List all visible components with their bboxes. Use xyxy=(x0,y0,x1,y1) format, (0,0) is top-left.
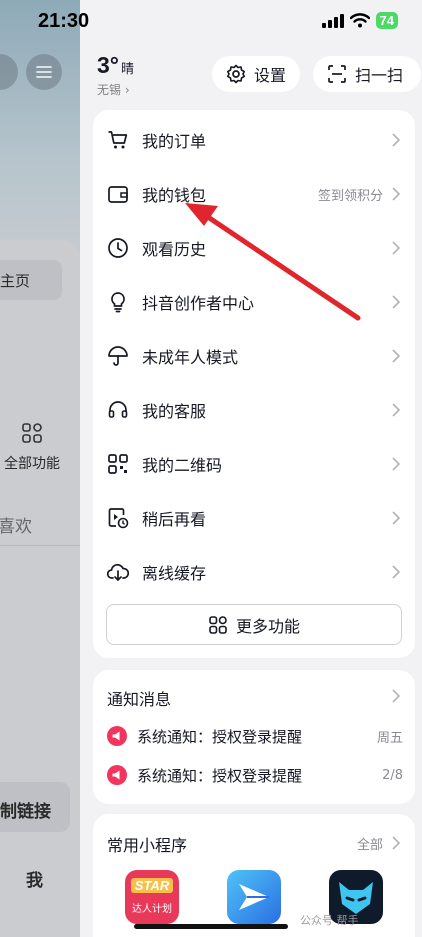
notifications-title: 通知消息 xyxy=(107,690,172,709)
left-panel-header-bg xyxy=(0,0,80,260)
chevron-right-icon xyxy=(392,403,401,417)
star-plan-logo-sub: 达人计划 xyxy=(132,904,172,915)
battery-indicator: 74 xyxy=(375,12,398,29)
paper-plane-icon xyxy=(239,884,269,910)
watch-later-icon xyxy=(107,507,129,529)
wallet-icon xyxy=(107,183,129,205)
mini-programs-title: 常用小程序 xyxy=(107,836,188,855)
clock-icon xyxy=(107,237,129,259)
menu-card: 我的订单 我的钱包 签到领积分 观看历史 抖音创作者中心 未成年人模式 我的客服… xyxy=(93,110,415,658)
menu-item-label: 我的钱包 xyxy=(142,186,207,205)
download-cloud-icon xyxy=(107,561,129,583)
notifications-card[interactable]: 通知消息 系统通知：授权登录提醒 周五 系统通知：授权登录提醒 2/8 xyxy=(93,670,415,804)
chevron-right-icon xyxy=(392,349,401,363)
menu-item-minor-mode[interactable]: 未成年人模式 xyxy=(93,329,415,383)
status-time: 21:30 xyxy=(38,10,90,32)
hamburger-icon xyxy=(36,66,52,78)
weather-city: 无锡 › xyxy=(97,83,130,97)
menu-item-history[interactable]: 观看历史 xyxy=(93,221,415,275)
signal-icon xyxy=(321,13,344,28)
settings-label: 设置 xyxy=(254,66,287,85)
notification-date: 2/8 xyxy=(382,767,403,783)
menu-item-label: 未成年人模式 xyxy=(142,348,239,367)
star-plan-app-icon[interactable]: STAR 达人计划 xyxy=(125,870,179,924)
weather-temp: 3° xyxy=(97,52,119,78)
grid-icon xyxy=(22,423,42,443)
star-plan-logo-text: STAR xyxy=(131,878,173,893)
scan-button[interactable]: 扫一扫 xyxy=(313,56,421,92)
more-functions-button[interactable]: 更多功能 xyxy=(106,604,402,645)
menu-item-label: 观看历史 xyxy=(142,240,207,259)
menu-item-label: 离线缓存 xyxy=(142,564,207,583)
menu-item-offline-cache[interactable]: 离线缓存 xyxy=(93,545,415,599)
menu-item-label: 我的二维码 xyxy=(142,456,223,475)
left-panel: 主页 全部功能 喜欢 制链接 我 xyxy=(0,0,80,937)
menu-item-customer-service[interactable]: 我的客服 xyxy=(93,383,415,437)
chevron-right-icon xyxy=(392,836,401,850)
chevron-right-icon xyxy=(392,511,401,525)
chevron-right-icon xyxy=(392,457,401,471)
home-indicator xyxy=(134,924,288,929)
settings-button[interactable]: 设置 xyxy=(212,56,301,92)
menu-item-orders[interactable]: 我的订单 xyxy=(93,113,415,167)
home-tab-label: 主页 xyxy=(0,272,31,290)
chevron-right-icon xyxy=(392,187,401,201)
menu-item-creator-center[interactable]: 抖音创作者中心 xyxy=(93,275,415,329)
menu-icon-button[interactable] xyxy=(26,54,62,90)
notification-text: 系统通知：授权登录提醒 xyxy=(137,766,303,785)
grid-icon xyxy=(209,615,227,634)
wifi-icon xyxy=(349,13,370,28)
copy-link-label: 制链接 xyxy=(0,802,51,822)
notification-row[interactable]: 系统通知：授权登录提醒 周五 xyxy=(107,724,403,748)
lightbulb-icon xyxy=(107,291,129,313)
watermark-text: 公众号 帮手 xyxy=(300,914,359,927)
notification-row[interactable]: 系统通知：授权登录提醒 2/8 xyxy=(107,763,403,787)
me-tab-label[interactable]: 我 xyxy=(26,866,43,891)
notification-text: 系统通知：授权登录提醒 xyxy=(137,727,303,746)
headset-icon xyxy=(107,399,129,421)
all-functions-label[interactable]: 全部功能 xyxy=(4,453,60,473)
chevron-right-icon xyxy=(392,133,401,147)
paper-plane-app-icon[interactable] xyxy=(227,870,281,924)
chevron-right-icon xyxy=(392,295,401,309)
scan-icon xyxy=(328,65,346,83)
menu-item-label: 我的订单 xyxy=(142,132,207,151)
left-panel-body xyxy=(0,240,80,937)
scan-label: 扫一扫 xyxy=(355,66,404,85)
likes-label[interactable]: 喜欢 xyxy=(0,512,32,537)
menu-item-wallet[interactable]: 我的钱包 签到领积分 xyxy=(93,167,415,221)
weather-widget[interactable]: 3° 晴 无锡 › xyxy=(97,52,134,98)
weather-condition: 晴 xyxy=(121,62,135,77)
chevron-right-icon xyxy=(392,565,401,579)
megaphone-icon xyxy=(107,765,127,785)
gear-icon xyxy=(227,64,245,84)
chevron-right-icon xyxy=(392,241,401,255)
status-icons: 74 xyxy=(321,12,398,29)
qrcode-icon xyxy=(107,453,129,475)
mini-programs-card: 常用小程序 全部 STAR 达人计划 xyxy=(93,814,415,937)
menu-item-label: 我的客服 xyxy=(142,402,207,421)
menu-item-hint: 签到领积分 xyxy=(317,188,383,204)
menu-item-qrcode[interactable]: 我的二维码 xyxy=(93,437,415,491)
notification-date: 周五 xyxy=(376,730,403,746)
menu-item-watch-later[interactable]: 稍后再看 xyxy=(93,491,415,545)
menu-item-label: 稍后再看 xyxy=(142,510,207,529)
megaphone-icon xyxy=(107,726,127,746)
umbrella-icon xyxy=(107,345,129,367)
cart-icon xyxy=(107,129,129,151)
menu-item-label: 抖音创作者中心 xyxy=(142,294,255,313)
more-functions-label: 更多功能 xyxy=(235,616,300,636)
chevron-right-icon xyxy=(392,689,401,703)
mini-programs-all-link[interactable]: 全部 xyxy=(357,834,383,853)
left-divider xyxy=(0,545,80,546)
